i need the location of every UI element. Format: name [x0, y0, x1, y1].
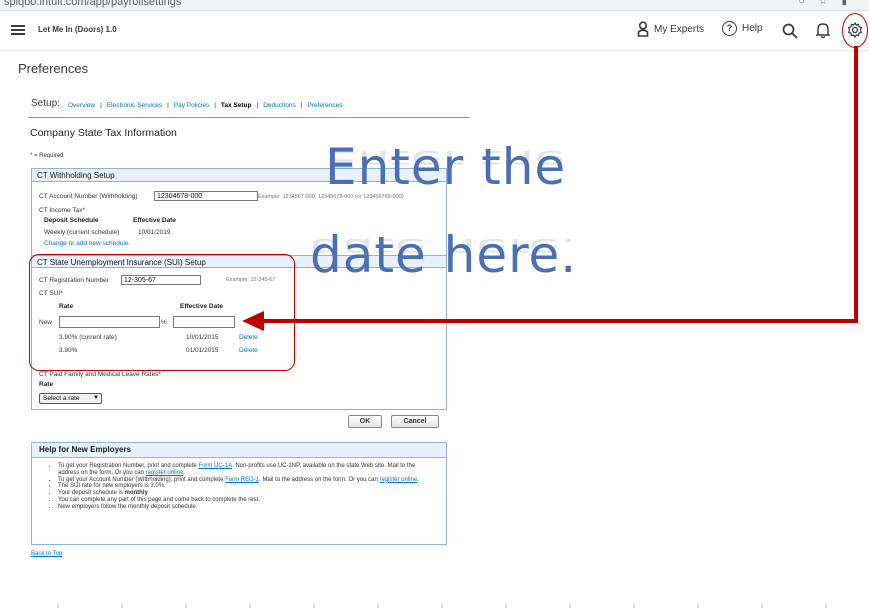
ruler-ticks [57, 604, 827, 608]
annotation-arrow [242, 46, 858, 331]
